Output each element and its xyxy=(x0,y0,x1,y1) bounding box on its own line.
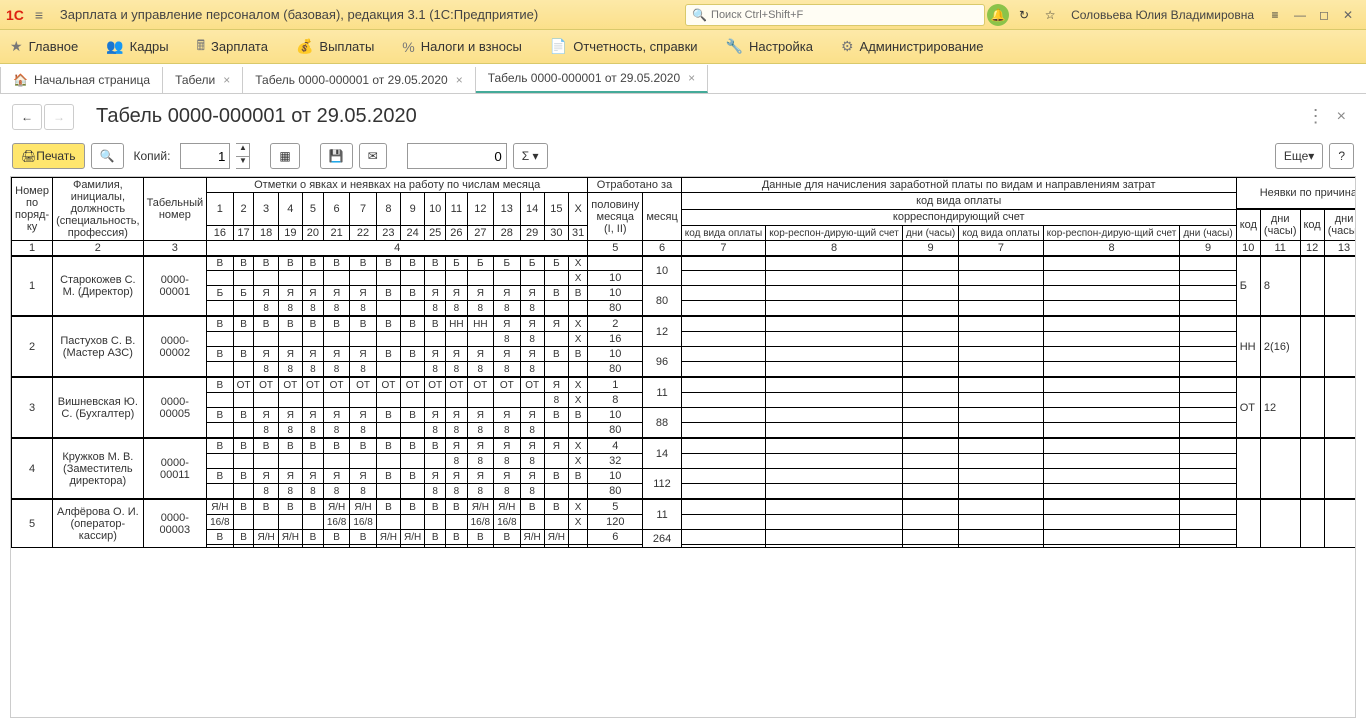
star-icon: ★ xyxy=(10,38,23,55)
more-button[interactable]: Еще ▾ xyxy=(1275,143,1323,169)
grid-icon: ▦ xyxy=(279,149,290,163)
email-button[interactable]: ✉ xyxy=(359,143,387,169)
copies-input[interactable] xyxy=(180,143,230,169)
star-icon[interactable]: ☆ xyxy=(1037,2,1063,28)
people-icon: 👥 xyxy=(106,38,123,55)
th-tab: Табельный номер xyxy=(143,178,207,241)
tab-doc2-active[interactable]: Табель 0000-000001 от 29.05.2020× xyxy=(476,65,708,93)
row-fio: Старокожев С. М. (Директор) xyxy=(53,256,143,316)
row-num: 3 xyxy=(12,377,53,438)
zoom-icon: 🔍 xyxy=(100,149,115,163)
user-label: Соловьева Юлия Владимировна xyxy=(1071,8,1254,22)
th-abs: Неявки по причинам xyxy=(1236,178,1356,210)
app-logo: 1C xyxy=(6,7,24,23)
th-pay: Данные для начисления заработной платы п… xyxy=(681,178,1236,193)
search-icon: 🔍 xyxy=(692,8,707,22)
preview-button[interactable]: 🔍 xyxy=(91,143,124,169)
toolbar: 🖨 Печать 🔍 Копий: ▲▼ ▦ 💾 ✉ Σ ▾ Еще ▾ ? xyxy=(0,139,1366,177)
wrench-icon: 🔧 xyxy=(726,38,743,55)
menu-payments[interactable]: 💰Выплаты xyxy=(296,38,374,55)
page-title: Табель 0000-000001 от 29.05.2020 xyxy=(96,105,417,128)
row-tabnum: 0000-00005 xyxy=(143,377,207,438)
help-button[interactable]: ? xyxy=(1329,143,1354,169)
th-num: Номер по поряд-ку xyxy=(12,178,53,241)
row-fio: Алфёрова О. И. (оператор-кассир) xyxy=(53,499,143,548)
printer-icon: 🖨 xyxy=(21,149,36,163)
close-button[interactable]: ✕ xyxy=(1336,8,1360,22)
timesheet-table: Номер по поряд-ку Фамилия, инициалы, дол… xyxy=(11,177,1356,548)
close-icon[interactable]: × xyxy=(223,73,230,87)
back-button[interactable]: ← xyxy=(12,104,42,130)
save-icon: 💾 xyxy=(329,149,344,163)
menu-admin[interactable]: ⚙Администрирование xyxy=(841,38,984,55)
menu-reports[interactable]: 📄Отчетность, справки xyxy=(550,38,698,55)
save-button[interactable]: 💾 xyxy=(320,143,353,169)
close-icon[interactable]: × xyxy=(456,73,463,87)
print-button[interactable]: 🖨 Печать xyxy=(12,143,85,169)
menu-personnel[interactable]: 👥Кадры xyxy=(106,38,168,55)
tab-timesheets[interactable]: Табели× xyxy=(163,67,243,93)
row-fio: Пастухов С. В. (Мастер АЗС) xyxy=(53,316,143,377)
row-tabnum: 0000-00011 xyxy=(143,438,207,499)
row-tabnum: 0000-00002 xyxy=(143,316,207,377)
table-scroll[interactable]: Номер по поряд-ку Фамилия, инициалы, дол… xyxy=(10,176,1356,718)
forward-button[interactable]: → xyxy=(44,104,74,130)
mail-icon: ✉ xyxy=(368,149,378,163)
th-marks: Отметки о явках и неявках на работу по ч… xyxy=(207,178,588,193)
row-fio: Вишневская Ю. С. (Бухгалтер) xyxy=(53,377,143,438)
row-num: 1 xyxy=(12,256,53,316)
search-box[interactable]: 🔍 xyxy=(685,4,985,26)
row-tabnum: 0000-00001 xyxy=(143,256,207,316)
tab-home[interactable]: 🏠Начальная страница xyxy=(0,67,163,93)
menu-main[interactable]: ★Главное xyxy=(10,38,78,55)
sum-input[interactable] xyxy=(407,143,507,169)
bell-icon: 🔔 xyxy=(987,4,1009,26)
home-icon: 🏠 xyxy=(13,73,28,87)
app-title: Зарплата и управление персоналом (базова… xyxy=(60,7,538,22)
maximize-button[interactable]: ◻ xyxy=(1312,8,1336,22)
settings-icon[interactable]: ≡ xyxy=(1262,2,1288,28)
copies-label: Копий: xyxy=(134,149,171,163)
page-header: ← → Табель 0000-000001 от 29.05.2020 ⋮ × xyxy=(0,94,1366,139)
row-num: 4 xyxy=(12,438,53,499)
copies-spinner[interactable]: ▲▼ xyxy=(236,143,250,169)
sum-button[interactable]: Σ ▾ xyxy=(513,143,548,169)
gear-icon: ⚙ xyxy=(841,38,854,55)
calculator-icon: 🖩 xyxy=(197,35,205,59)
main-menu: ★Главное 👥Кадры 🖩Зарплата 💰Выплаты %Нало… xyxy=(0,30,1366,64)
money-icon: 💰 xyxy=(296,38,313,55)
more-icon[interactable]: ⋮ xyxy=(1303,102,1329,131)
th-worked: Отработано за xyxy=(588,178,682,193)
search-input[interactable] xyxy=(711,9,978,21)
notify-button[interactable]: 🔔 xyxy=(985,2,1011,28)
menu-taxes[interactable]: %Налоги и взносы xyxy=(402,39,522,55)
history-icon[interactable]: ↻ xyxy=(1011,2,1037,28)
row-num: 5 xyxy=(12,499,53,548)
row-fio: Кружков М. В. (Заместитель директора) xyxy=(53,438,143,499)
percent-icon: % xyxy=(402,39,414,55)
page-close-icon[interactable]: × xyxy=(1329,104,1354,130)
tab-doc1[interactable]: Табель 0000-000001 от 29.05.2020× xyxy=(243,67,475,93)
close-icon[interactable]: × xyxy=(688,71,695,85)
minimize-button[interactable]: — xyxy=(1288,8,1312,22)
tab-bar: 🏠Начальная страница Табели× Табель 0000-… xyxy=(0,64,1366,94)
row-num: 2 xyxy=(12,316,53,377)
report-icon: 📄 xyxy=(550,38,567,55)
row-tabnum: 0000-00003 xyxy=(143,499,207,548)
select-all-button[interactable]: ▦ xyxy=(270,143,299,169)
menu-salary[interactable]: 🖩Зарплата xyxy=(197,35,268,59)
window-titlebar: 1C ≡ Зарплата и управление персоналом (б… xyxy=(0,0,1366,30)
th-fio: Фамилия, инициалы, должность (специально… xyxy=(53,178,143,241)
menu-settings[interactable]: 🔧Настройка xyxy=(726,38,813,55)
menu-icon[interactable]: ≡ xyxy=(28,7,50,23)
